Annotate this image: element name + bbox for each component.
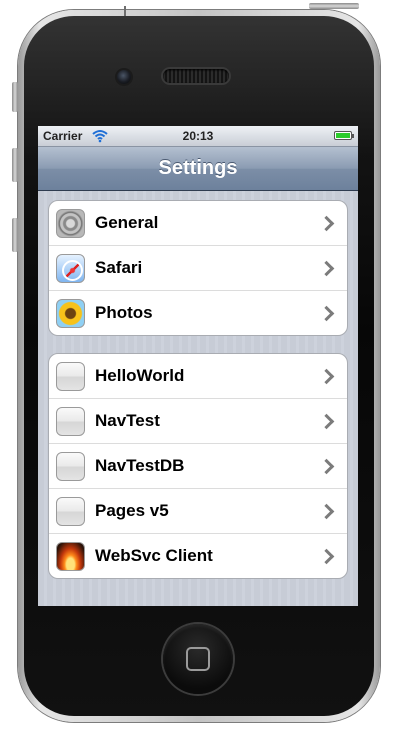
row-label: NavTest (95, 411, 160, 430)
volume-up-button[interactable] (12, 148, 18, 182)
mute-switch[interactable] (12, 82, 18, 112)
status-bar: Carrier 20:13 (38, 126, 358, 147)
row-label: NavTestDB (95, 456, 185, 475)
chevron-right-icon (318, 260, 335, 276)
battery-nub (352, 134, 354, 138)
screen: Carrier 20:13 Settings General Safari Ph (38, 126, 358, 606)
home-square-icon (186, 647, 210, 671)
row-label: HelloWorld (95, 366, 185, 385)
photos-sunflower-icon (56, 298, 85, 328)
home-button[interactable] (163, 624, 233, 694)
antenna-seam (124, 6, 126, 16)
chevron-right-icon (318, 503, 335, 519)
earpiece-speaker (163, 69, 229, 83)
settings-row-general[interactable]: General (49, 201, 347, 246)
settings-group-builtin: General Safari Photos (48, 200, 348, 336)
settings-group-apps: HelloWorld NavTest NavTestDB Pages v5 We… (48, 353, 348, 579)
row-label: General (95, 213, 159, 232)
settings-row-websvc-client[interactable]: WebSvc Client (49, 534, 347, 578)
settings-row-photos[interactable]: Photos (49, 291, 347, 335)
safari-compass-icon (56, 253, 85, 283)
battery-icon (334, 131, 352, 140)
chevron-right-icon (318, 458, 335, 474)
settings-row-navtest[interactable]: NavTest (49, 399, 347, 444)
front-camera (117, 70, 131, 84)
chevron-right-icon (318, 548, 335, 564)
chevron-right-icon (318, 305, 335, 321)
page-title: Settings (158, 157, 238, 179)
blank-app-icon (56, 496, 85, 526)
row-label: Pages v5 (95, 501, 169, 520)
status-time: 20:13 (182, 129, 214, 143)
settings-row-helloworld[interactable]: HelloWorld (49, 354, 347, 399)
blank-app-icon (56, 451, 85, 481)
fire-app-icon (56, 541, 85, 571)
chevron-right-icon (318, 413, 335, 429)
settings-row-navtestdb[interactable]: NavTestDB (49, 444, 347, 489)
settings-row-pages[interactable]: Pages v5 (49, 489, 347, 534)
settings-row-safari[interactable]: Safari (49, 246, 347, 291)
chevron-right-icon (318, 215, 335, 231)
navigation-bar: Settings (38, 147, 358, 191)
blank-app-icon (56, 406, 85, 436)
power-button[interactable] (309, 3, 359, 9)
general-gear-icon (56, 208, 85, 238)
chevron-right-icon (318, 368, 335, 384)
row-label: WebSvc Client (95, 546, 213, 565)
row-label: Photos (95, 303, 153, 322)
blank-app-icon (56, 361, 85, 391)
row-label: Safari (95, 258, 143, 277)
battery-level-fill (336, 133, 350, 138)
volume-down-button[interactable] (12, 218, 18, 252)
